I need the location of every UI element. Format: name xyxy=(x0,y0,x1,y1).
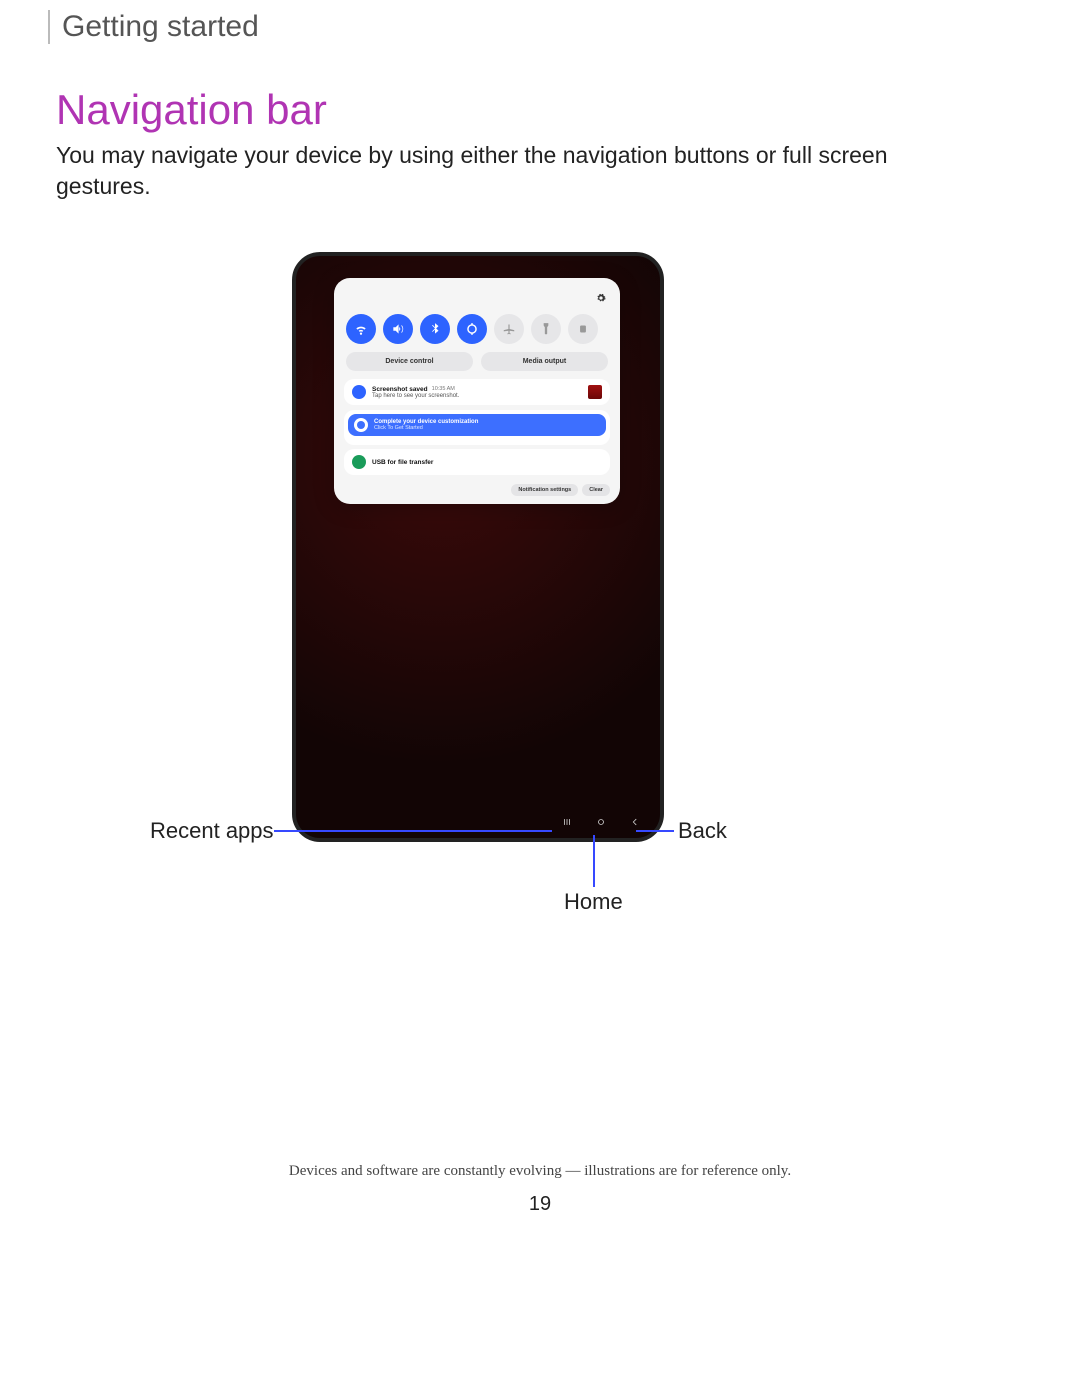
home-label: Home xyxy=(564,889,623,915)
wifi-icon xyxy=(346,314,376,344)
screenshot-thumbnail xyxy=(588,385,602,399)
device-illustration: Device control Media output Screenshot s… xyxy=(292,252,664,842)
media-output-button: Media output xyxy=(481,352,608,371)
usb-notification: USB for file transfer xyxy=(344,449,610,475)
setup-icon xyxy=(354,418,368,432)
callout-line xyxy=(636,830,674,832)
page-number: 19 xyxy=(0,1193,1080,1216)
page-title: Navigation bar xyxy=(56,86,327,134)
callout-line xyxy=(593,835,595,887)
airplane-icon xyxy=(494,314,524,344)
customization-notification: Complete your device customization Click… xyxy=(348,414,606,436)
disclaimer-text: Devices and software are constantly evol… xyxy=(0,1163,1080,1180)
screenshot-notification: Screenshot saved 10:35 AM Tap here to se… xyxy=(344,379,610,405)
device-control-button: Device control xyxy=(346,352,473,371)
home-icon xyxy=(596,814,606,832)
rotate-icon xyxy=(457,314,487,344)
notification-panel: Device control Media output Screenshot s… xyxy=(334,278,620,504)
back-label: Back xyxy=(678,818,727,844)
gear-icon xyxy=(596,290,606,308)
sound-icon xyxy=(383,314,413,344)
notif-subtitle: Tap here to see your screenshot. xyxy=(372,393,582,399)
section-title: Getting started xyxy=(62,10,259,44)
recent-apps-icon xyxy=(562,814,572,832)
notif-title: Screenshot saved xyxy=(372,386,428,393)
clear-button: Clear xyxy=(582,484,610,496)
notif-subtitle: Click To Get Started xyxy=(374,425,478,431)
recent-apps-label: Recent apps xyxy=(150,818,274,844)
usb-icon xyxy=(352,455,366,469)
intro-paragraph: You may navigate your device by using ei… xyxy=(56,140,956,202)
notif-title: USB for file transfer xyxy=(372,459,602,466)
notification-settings-button: Notification settings xyxy=(511,484,578,496)
bluetooth-icon xyxy=(420,314,450,344)
callout-line xyxy=(274,830,552,832)
notif-time: 10:35 AM xyxy=(432,386,455,392)
image-icon xyxy=(352,385,366,399)
flashlight-icon xyxy=(531,314,561,344)
extra-toggle-icon xyxy=(568,314,598,344)
